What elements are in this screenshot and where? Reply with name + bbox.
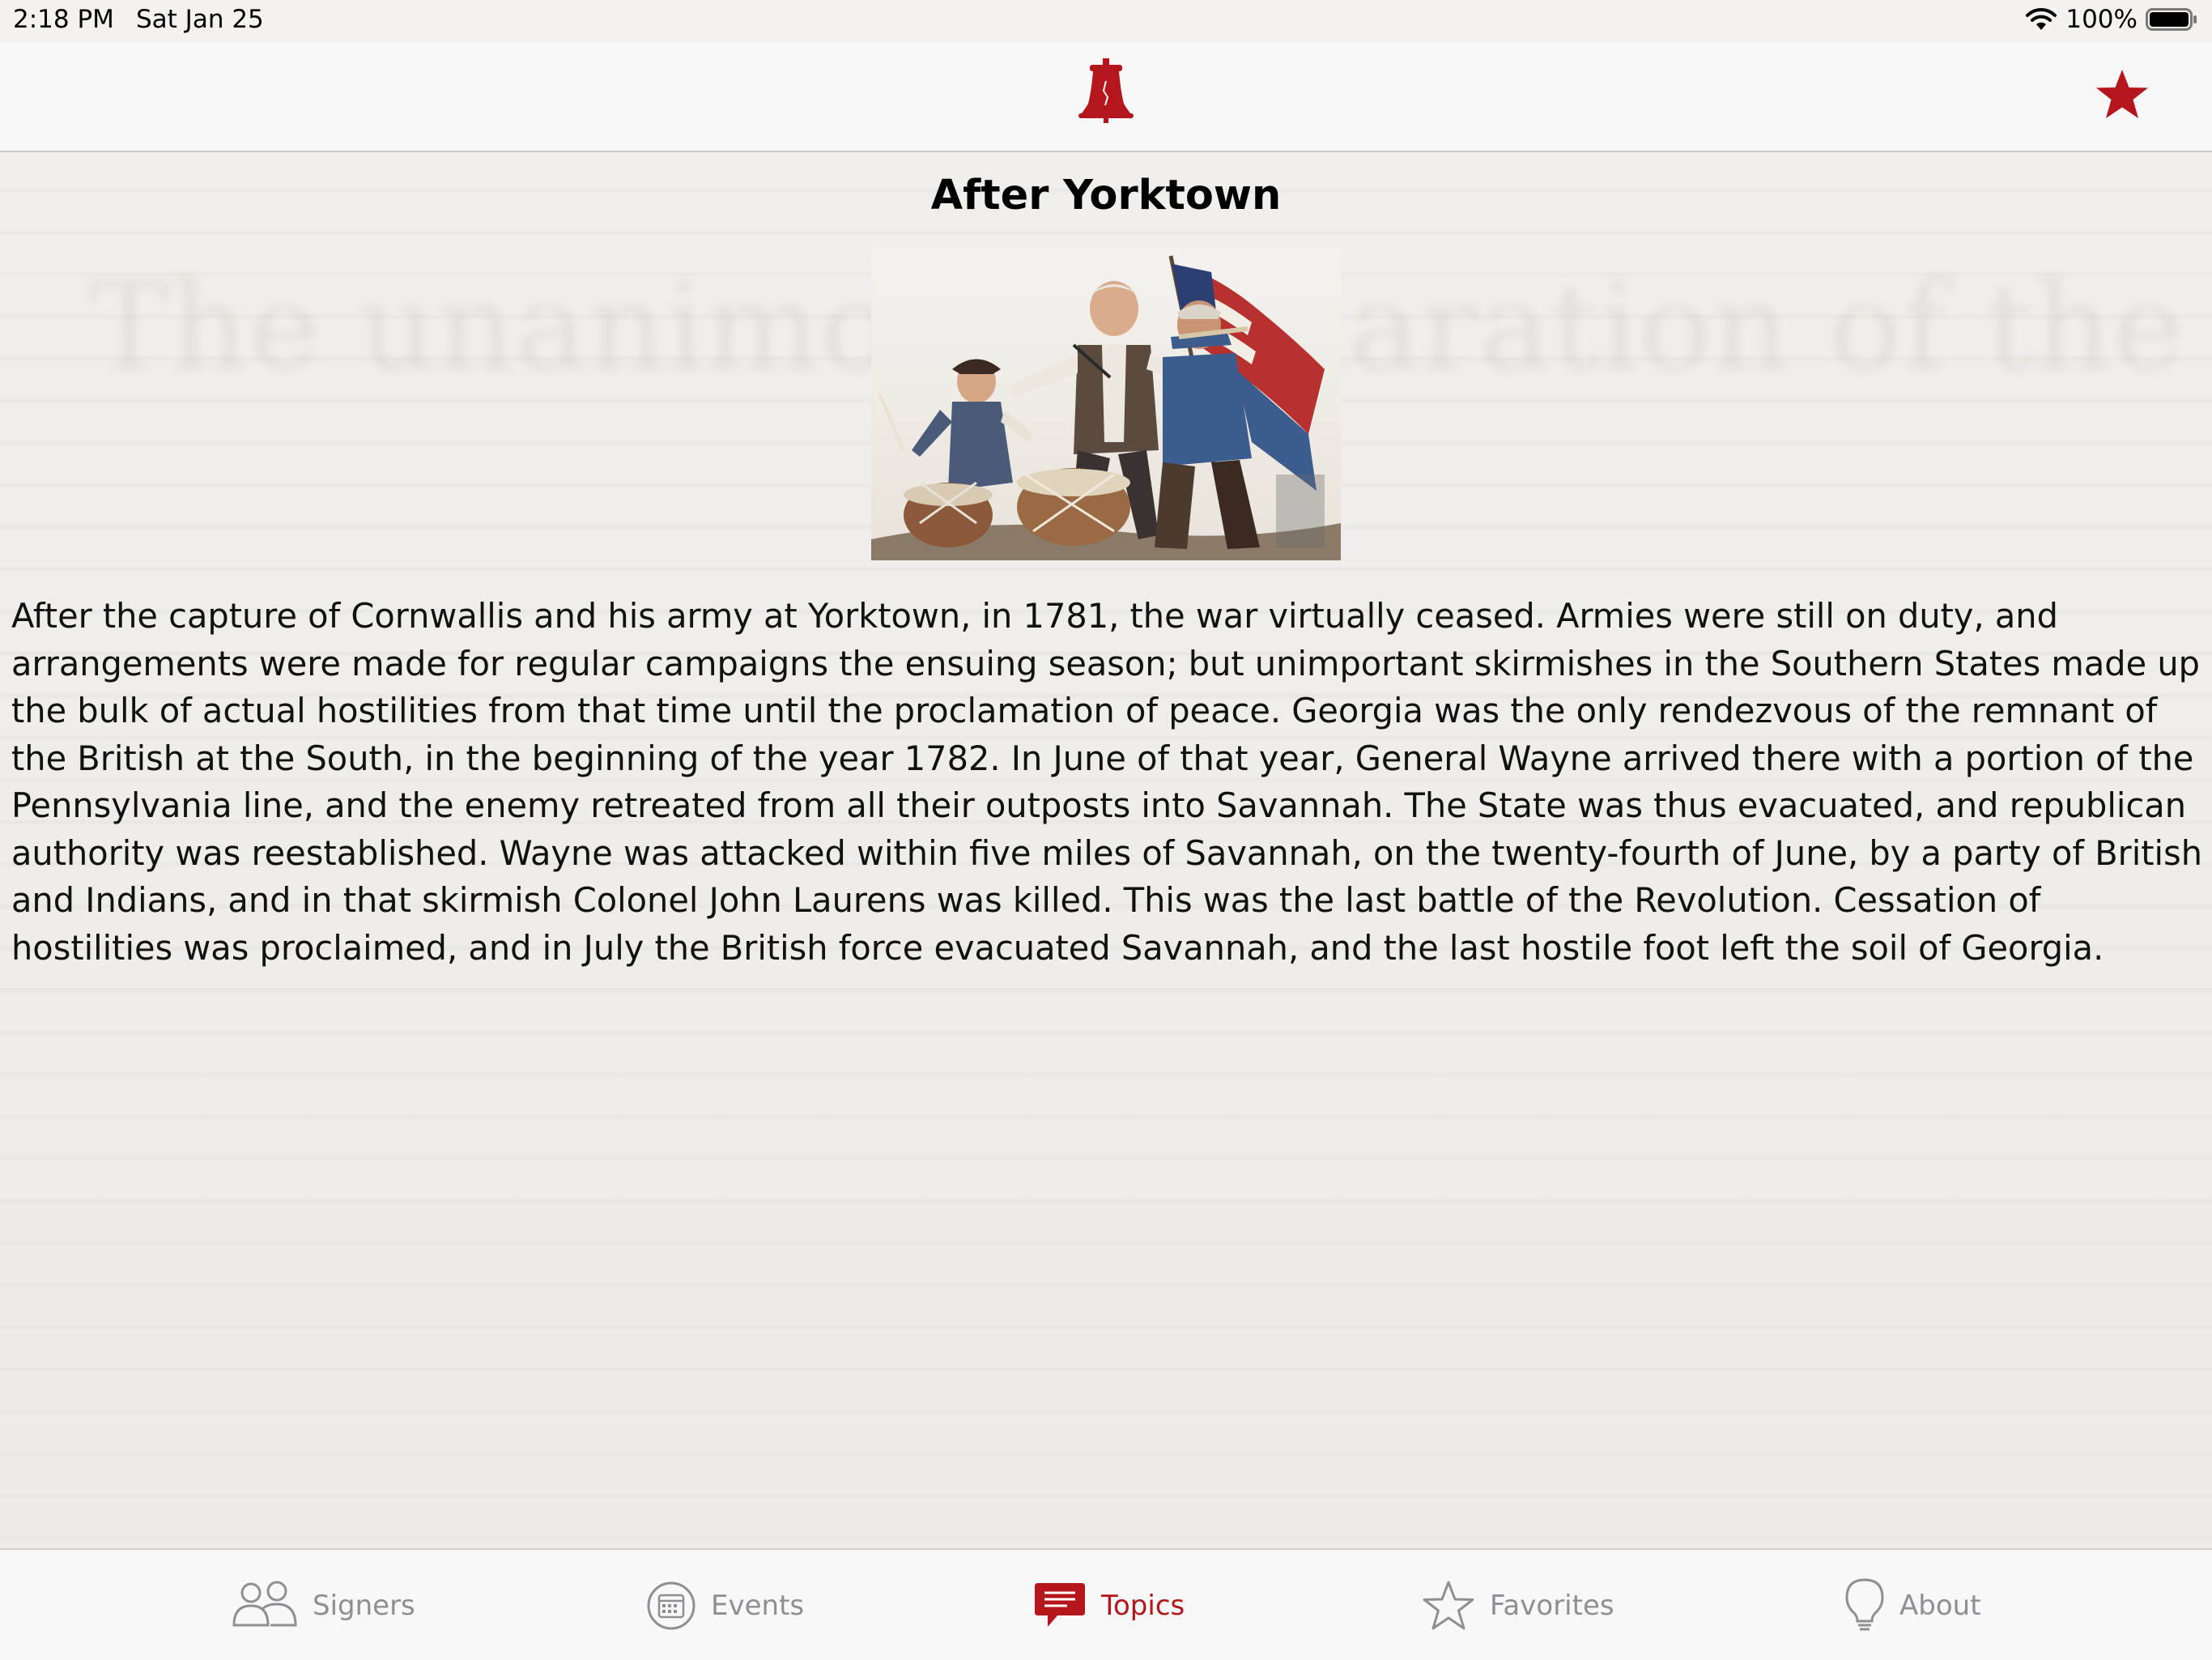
status-time: 2:18 PM — [13, 5, 114, 34]
tab-label-topics: Topics — [1101, 1590, 1185, 1622]
page-title: After Yorktown — [930, 172, 1282, 219]
battery-percent: 100% — [2065, 5, 2138, 34]
topic-body-text: After the capture of Cornwallis and his … — [11, 596, 2202, 968]
tab-topics[interactable]: Topics — [1033, 1577, 1185, 1634]
topic-detail-content: The unanimous Declaration of the thirtee… — [0, 152, 2212, 1548]
tab-about[interactable]: About — [1844, 1577, 1981, 1634]
star-outline-icon — [1423, 1581, 1474, 1630]
wifi-icon — [2026, 7, 2057, 30]
spirit-of-76-image — [871, 248, 1341, 560]
tab-label-signers: Signers — [313, 1590, 415, 1622]
tab-signers[interactable]: Signers — [232, 1577, 415, 1634]
chat-bubble-icon — [1035, 1583, 1085, 1627]
status-indicators: 100% — [2025, 5, 2197, 34]
lightbulb-icon — [1845, 1578, 1884, 1631]
tab-favorites[interactable]: Favorites — [1422, 1577, 1614, 1634]
status-bar: 2:18 PM Sat Jan 25 100% — [0, 0, 2212, 42]
favorite-star-button[interactable] — [2094, 66, 2150, 123]
tab-label-favorites: Favorites — [1490, 1590, 1614, 1622]
tab-bar: Signers Events Topics Favorites About — [0, 1548, 2212, 1660]
status-date: Sat Jan 25 — [136, 5, 264, 34]
tab-label-about: About — [1899, 1590, 1981, 1622]
tab-events[interactable]: Events — [646, 1577, 804, 1634]
battery-icon — [2146, 8, 2197, 31]
people-icon — [232, 1581, 297, 1627]
liberty-bell-icon — [1078, 58, 1134, 123]
tab-label-events: Events — [711, 1590, 805, 1622]
navigation-bar — [0, 42, 2212, 152]
calendar-icon — [647, 1581, 696, 1630]
